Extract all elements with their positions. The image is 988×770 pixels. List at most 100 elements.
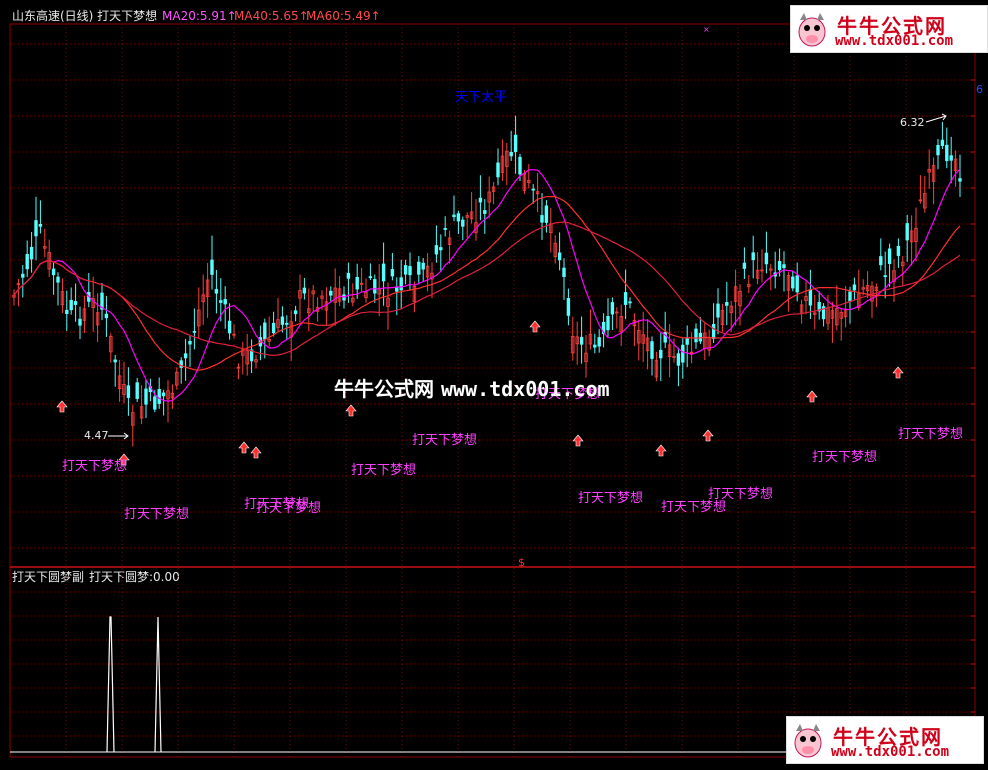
candle <box>399 259 403 309</box>
candle-body <box>659 349 663 359</box>
signal-label: 打天下梦想 <box>578 490 643 506</box>
buy-arrow-icon <box>655 444 667 457</box>
candle-body <box>742 262 747 269</box>
candle-body <box>214 289 219 294</box>
candle <box>487 176 491 219</box>
candle <box>78 306 82 340</box>
candle <box>733 269 738 326</box>
candle <box>593 333 597 354</box>
candle <box>12 289 16 306</box>
candle <box>443 216 447 237</box>
candle-body <box>478 197 483 203</box>
candle-body <box>544 205 549 223</box>
candle <box>201 274 205 325</box>
candle-body <box>896 245 901 256</box>
candle <box>716 288 720 335</box>
candle <box>953 150 958 187</box>
chart-window: 山东高速(日线) 打天下梦想 MA20:5.91↑ MA40:5.65↑ MA6… <box>0 0 988 770</box>
right-axis-label: 6 <box>976 83 983 96</box>
candle-body <box>51 268 56 276</box>
candle-body <box>421 262 425 270</box>
candle-body <box>417 261 421 275</box>
candle <box>104 296 109 337</box>
candle <box>307 288 311 332</box>
candle <box>557 232 562 271</box>
candle <box>51 262 56 295</box>
candle-body <box>293 310 298 315</box>
candle-body <box>399 277 403 291</box>
buy-arrow-icon <box>892 366 904 379</box>
candle-body <box>518 156 522 175</box>
candle <box>25 240 29 277</box>
candle <box>773 251 777 289</box>
buy-arrow-icon <box>250 446 262 459</box>
candle-body <box>443 228 447 230</box>
candle-body <box>104 313 109 319</box>
low-arrow-icon <box>108 432 129 440</box>
candle-body <box>302 287 307 294</box>
candle <box>923 176 927 213</box>
candle <box>412 281 417 313</box>
buy-arrow-icon <box>56 400 68 413</box>
candle <box>909 215 914 266</box>
candle <box>839 308 843 341</box>
ma20-line <box>13 168 961 402</box>
candle <box>139 385 144 425</box>
candle <box>390 252 395 281</box>
candle-body <box>135 382 139 399</box>
candle-body <box>531 188 535 191</box>
candle <box>421 257 425 282</box>
brand-logo-top[interactable]: 牛牛公式网 www.tdx001.com <box>790 5 988 53</box>
signal-label: 打天下梦想 <box>812 449 877 465</box>
candle <box>848 286 852 324</box>
candle <box>434 225 439 263</box>
signal-label: 打天下梦想 <box>412 432 477 448</box>
candle <box>707 329 711 357</box>
candle-body <box>681 344 685 363</box>
low-price-label: 4.47 <box>84 429 109 442</box>
candle-body <box>227 320 232 334</box>
candle <box>791 271 795 292</box>
high-arrow-icon <box>925 113 947 123</box>
candle <box>469 192 474 224</box>
candle <box>747 274 751 294</box>
candle-body <box>593 344 597 348</box>
candle-body <box>905 223 909 241</box>
candle <box>478 175 483 221</box>
candle <box>738 284 742 326</box>
candle-body <box>764 252 769 265</box>
candle-body <box>210 259 214 275</box>
candle-body <box>623 292 628 305</box>
candle <box>535 173 540 213</box>
candle <box>562 258 566 300</box>
candle <box>918 175 923 204</box>
candle <box>135 377 139 402</box>
candle-body <box>751 252 755 261</box>
candle-body <box>29 246 34 260</box>
candle <box>131 404 135 447</box>
candle-body <box>597 337 601 347</box>
ma40-line <box>13 195 961 371</box>
buy-arrow-icon <box>572 434 584 447</box>
candle-body <box>381 263 386 282</box>
brand-logo-bottom[interactable]: 牛牛公式网 www.tdx001.com <box>786 716 984 764</box>
candle-body <box>540 215 544 223</box>
candle-body <box>777 260 782 271</box>
candle <box>298 274 302 323</box>
candle <box>117 359 122 402</box>
candle <box>271 311 276 337</box>
candle <box>87 273 91 308</box>
candle <box>29 232 34 273</box>
candle <box>170 384 175 409</box>
candle <box>566 288 571 326</box>
candle-body <box>38 223 43 227</box>
candle <box>337 276 342 307</box>
candle <box>38 200 43 234</box>
candle <box>276 297 280 332</box>
candle-body <box>795 275 799 293</box>
sub-spike <box>154 616 162 753</box>
candle <box>659 332 663 382</box>
candle-body <box>56 276 60 283</box>
candle-body <box>373 279 377 294</box>
candle-body <box>219 300 223 303</box>
